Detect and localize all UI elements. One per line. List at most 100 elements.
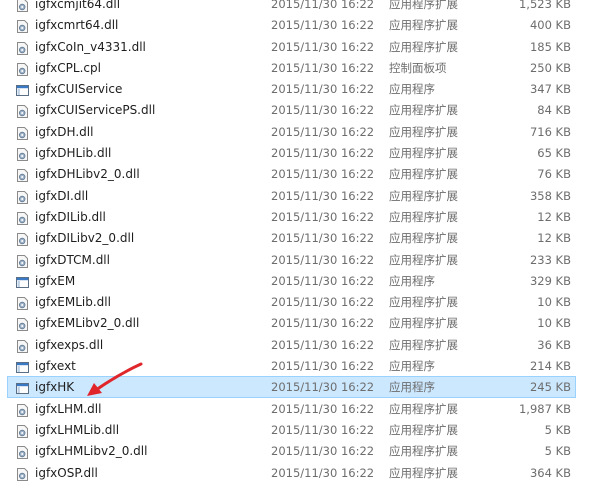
file-type: 应用程序: [389, 359, 435, 374]
file-row[interactable]: igfxexps.dll 2015/11/30 16:22 应用程序扩展 36 KB: [7, 334, 576, 355]
file-row[interactable]: igfxDTCM.dll 2015/11/30 16:22 应用程序扩展 233 KB: [7, 249, 576, 270]
file-row[interactable]: igfxCUIService 2015/11/30 16:22 应用程序 347 KB: [7, 78, 576, 99]
file-date-modified: 2015/11/30 16:22: [271, 60, 375, 75]
file-row[interactable]: igfxcmrt64.dll 2015/11/30 16:22 应用程序扩展 400 …: [7, 14, 576, 35]
file-type: 应用程序扩展: [389, 231, 458, 246]
file-size: 245 KB: [529, 380, 571, 395]
file-size: 400 KB: [529, 18, 571, 33]
file-type: 应用程序扩展: [389, 39, 458, 54]
file-type: 应用程序扩展: [389, 316, 458, 331]
file-name: igfxext: [35, 359, 76, 374]
file-type: 应用程序扩展: [389, 401, 458, 416]
file-name: igfxEMLib.dll: [35, 295, 111, 310]
dll-gear-icon: [16, 62, 29, 76]
dll-gear-icon: [16, 126, 29, 140]
file-date-modified: 2015/11/30 16:22: [271, 188, 375, 203]
file-row[interactable]: igfxLHMLib.dll 2015/11/30 16:22 应用程序扩展 5 KB: [7, 419, 576, 440]
file-row[interactable]: igfxCoIn_v4331.dll 2015/11/30 16:22 应用程序扩展…: [7, 36, 576, 57]
dll-gear-icon: [16, 232, 29, 247]
file-date-modified: 2015/11/30 16:22: [271, 380, 375, 395]
file-type: 应用程序扩展: [389, 252, 458, 267]
file-date-modified: 2015/11/30 16:22: [271, 401, 375, 416]
file-size: 36 KB: [537, 337, 571, 352]
file-row[interactable]: igfxCPL.cpl 2015/11/30 16:22 控制面板项 250 KB: [7, 57, 576, 78]
file-type: 应用程序扩展: [389, 465, 458, 480]
file-type: 应用程序扩展: [389, 103, 458, 118]
file-size: 10 KB: [537, 316, 571, 331]
exe-window-icon: [16, 275, 29, 288]
file-date-modified: 2015/11/30 16:22: [271, 444, 375, 459]
file-name: igfxCPL.cpl: [35, 60, 101, 75]
file-row[interactable]: igfxLHMLibv2_0.dll 2015/11/30 16:22 应用程序扩展…: [7, 440, 576, 461]
file-size: 329 KB: [529, 273, 571, 288]
file-date-modified: 2015/11/30 16:22: [271, 124, 375, 139]
file-date-modified: 2015/11/30 16:22: [271, 316, 375, 331]
file-type: 应用程序扩展: [389, 18, 458, 33]
dll-gear-icon: [16, 254, 29, 268]
file-row[interactable]: igfxDI.dll 2015/11/30 16:22 应用程序扩展 358 KB: [7, 185, 576, 206]
file-name: igfxEMLibv2_0.dll: [35, 316, 140, 331]
file-date-modified: 2015/11/30 16:22: [271, 252, 375, 267]
file-type: 应用程序扩展: [389, 124, 458, 139]
file-row[interactable]: igfxDHLib.dll 2015/11/30 16:22 应用程序扩展 65 KB: [7, 142, 576, 163]
dll-gear-icon: [16, 211, 29, 225]
file-name: igfxexps.dll: [35, 337, 104, 352]
dll-gear-icon: [16, 467, 29, 481]
file-name: igfxcmrt64.dll: [35, 18, 119, 33]
file-type: 应用程序扩展: [389, 188, 458, 203]
file-row[interactable]: igfxDILibv2_0.dll 2015/11/30 16:22 应用程序扩展 1…: [7, 227, 576, 248]
file-type: 应用程序扩展: [389, 295, 458, 310]
file-size: 5 KB: [544, 422, 571, 437]
file-date-modified: 2015/11/30 16:22: [271, 231, 375, 246]
file-date-modified: 2015/11/30 16:22: [271, 103, 375, 118]
file-size: 185 KB: [529, 39, 571, 54]
dll-gear-icon: [16, 445, 29, 460]
file-type: 应用程序扩展: [389, 209, 458, 224]
file-row[interactable]: igfxcmjit64.dll 2015/11/30 16:22 应用程序扩展 1,5…: [7, 0, 576, 14]
dll-gear-icon: [16, 424, 29, 438]
file-name: igfxEM: [35, 273, 76, 288]
file-size: 76 KB: [537, 167, 571, 182]
file-size: 5 KB: [544, 444, 571, 459]
file-row[interactable]: igfxLHM.dll 2015/11/30 16:22 应用程序扩展 1,987 K…: [7, 398, 576, 419]
exe-window-icon: [16, 83, 29, 97]
file-row[interactable]: igfxEM 2015/11/30 16:22 应用程序 329 KB: [7, 270, 576, 291]
file-name: igfxCUIService: [35, 82, 123, 97]
file-size: 250 KB: [529, 60, 571, 75]
file-row[interactable]: igfxDHLibv2_0.dll 2015/11/30 16:22 应用程序扩展 7…: [7, 163, 576, 184]
file-type: 应用程序扩展: [389, 0, 458, 11]
file-date-modified: 2015/11/30 16:22: [271, 82, 375, 97]
dll-gear-icon: [16, 0, 29, 12]
file-name: igfxLHMLibv2_0.dll: [35, 444, 148, 459]
file-row[interactable]: igfxEMLib.dll 2015/11/30 16:22 应用程序扩展 10 KB: [7, 291, 576, 312]
dll-gear-icon: [16, 168, 29, 183]
file-type: 应用程序扩展: [389, 337, 458, 352]
file-row[interactable]: igfxEMLibv2_0.dll 2015/11/30 16:22 应用程序扩展 1…: [7, 312, 576, 333]
file-row[interactable]: igfxOSP.dll 2015/11/30 16:22 应用程序扩展 364 KB: [7, 462, 576, 483]
exe-window-icon: [16, 381, 29, 395]
file-name: igfxDHLib.dll: [35, 146, 112, 161]
file-row[interactable]: igfxDILib.dll 2015/11/30 16:22 应用程序扩展 12 KB: [7, 206, 576, 227]
file-type: 控制面板项: [389, 60, 447, 75]
file-date-modified: 2015/11/30 16:22: [271, 359, 375, 374]
file-date-modified: 2015/11/30 16:22: [271, 273, 375, 288]
file-date-modified: 2015/11/30 16:22: [271, 209, 375, 224]
dll-gear-icon: [16, 104, 29, 119]
file-name: igfxOSP.dll: [35, 465, 98, 480]
file-date-modified: 2015/11/30 16:22: [271, 146, 375, 161]
file-row[interactable]: igfxDH.dll 2015/11/30 16:22 应用程序扩展 716 KB: [7, 121, 576, 142]
file-name: igfxCUIServicePS.dll: [35, 103, 156, 118]
dll-gear-icon: [16, 190, 29, 204]
file-size: 12 KB: [537, 209, 571, 224]
red-arrow-icon: [87, 362, 143, 396]
file-date-modified: 2015/11/30 16:22: [271, 39, 375, 54]
file-name: igfxLHMLib.dll: [35, 422, 120, 437]
file-row[interactable]: igfxCUIServicePS.dll 2015/11/30 16:22 应用程序…: [7, 99, 576, 120]
file-type: 应用程序扩展: [389, 444, 458, 459]
file-type: 应用程序扩展: [389, 146, 458, 161]
file-date-modified: 2015/11/30 16:22: [271, 465, 375, 480]
file-size: 10 KB: [537, 295, 571, 310]
dll-gear-icon: [16, 19, 29, 34]
file-size: 65 KB: [537, 146, 571, 161]
file-name: igfxDILibv2_0.dll: [35, 231, 135, 246]
